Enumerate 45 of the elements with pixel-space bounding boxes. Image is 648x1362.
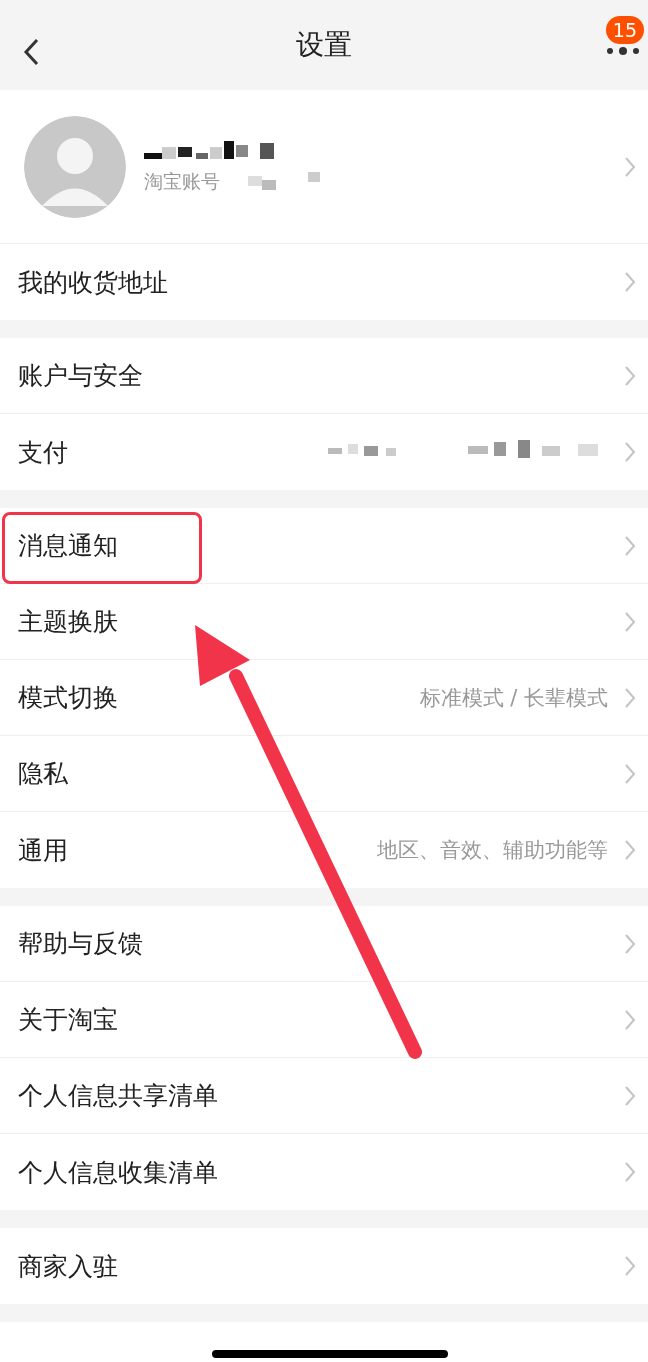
row-value: 地区、音效、辅助功能等 xyxy=(377,837,608,864)
settings-row[interactable]: 我的收货地址 xyxy=(0,244,648,320)
page-title: 设置 xyxy=(296,27,352,63)
row-value: 标准模式 / 长辈模式 xyxy=(419,684,608,712)
chevron-icon xyxy=(624,155,636,178)
chevron-icon xyxy=(624,686,636,709)
back-icon[interactable] xyxy=(22,38,40,66)
chevron-icon xyxy=(624,1161,636,1183)
row-label: 通用 xyxy=(18,834,69,867)
settings-row[interactable]: 关于淘宝 xyxy=(0,982,648,1058)
row-label: 我的收货地址 xyxy=(18,266,169,299)
row-label: 关于淘宝 xyxy=(18,1004,119,1036)
settings-row[interactable]: 账户与安全 xyxy=(0,338,648,414)
settings-row[interactable]: 通用 地区、音效、辅助功能等 xyxy=(0,812,648,888)
row-label: 模式切换 xyxy=(18,682,119,714)
chevron-icon xyxy=(624,534,636,557)
settings-row[interactable]: 支付 xyxy=(0,414,648,490)
row-label: 账户与安全 xyxy=(18,360,144,392)
row-label: 个人信息共享清单 xyxy=(18,1080,219,1112)
chevron-icon xyxy=(624,271,636,293)
chevron-icon xyxy=(624,762,636,785)
settings-row[interactable]: 商家入驻 xyxy=(0,1228,648,1304)
row-label: 商家入驻 xyxy=(18,1250,119,1283)
row-label: 帮助与反馈 xyxy=(18,928,144,960)
settings-row[interactable]: 帮助与反馈 xyxy=(0,906,648,982)
chevron-icon xyxy=(624,932,636,955)
more-icon[interactable] xyxy=(606,46,640,56)
chevron-icon xyxy=(624,1008,636,1031)
chevron-icon xyxy=(624,839,636,861)
settings-row[interactable]: 个人信息收集清单 xyxy=(0,1134,648,1210)
row-label: 隐私 xyxy=(18,758,69,790)
notification-badge: 15 xyxy=(605,16,644,44)
row-label: 主题换肤 xyxy=(18,606,119,638)
settings-row[interactable]: 个人信息共享清单 xyxy=(0,1058,648,1134)
chevron-icon xyxy=(624,1084,636,1107)
chevron-icon xyxy=(624,364,636,387)
chevron-icon xyxy=(624,610,636,633)
row-label: 支付 xyxy=(18,436,69,469)
row-label: 个人信息收集清单 xyxy=(18,1156,219,1189)
chevron-icon xyxy=(624,441,636,463)
account-label: 淘宝账号 xyxy=(144,168,220,194)
settings-row[interactable]: 隐私 xyxy=(0,736,648,812)
row-label: 消息通知 xyxy=(18,530,119,562)
chevron-icon xyxy=(624,1255,636,1277)
settings-row[interactable]: 消息通知 xyxy=(0,508,648,584)
